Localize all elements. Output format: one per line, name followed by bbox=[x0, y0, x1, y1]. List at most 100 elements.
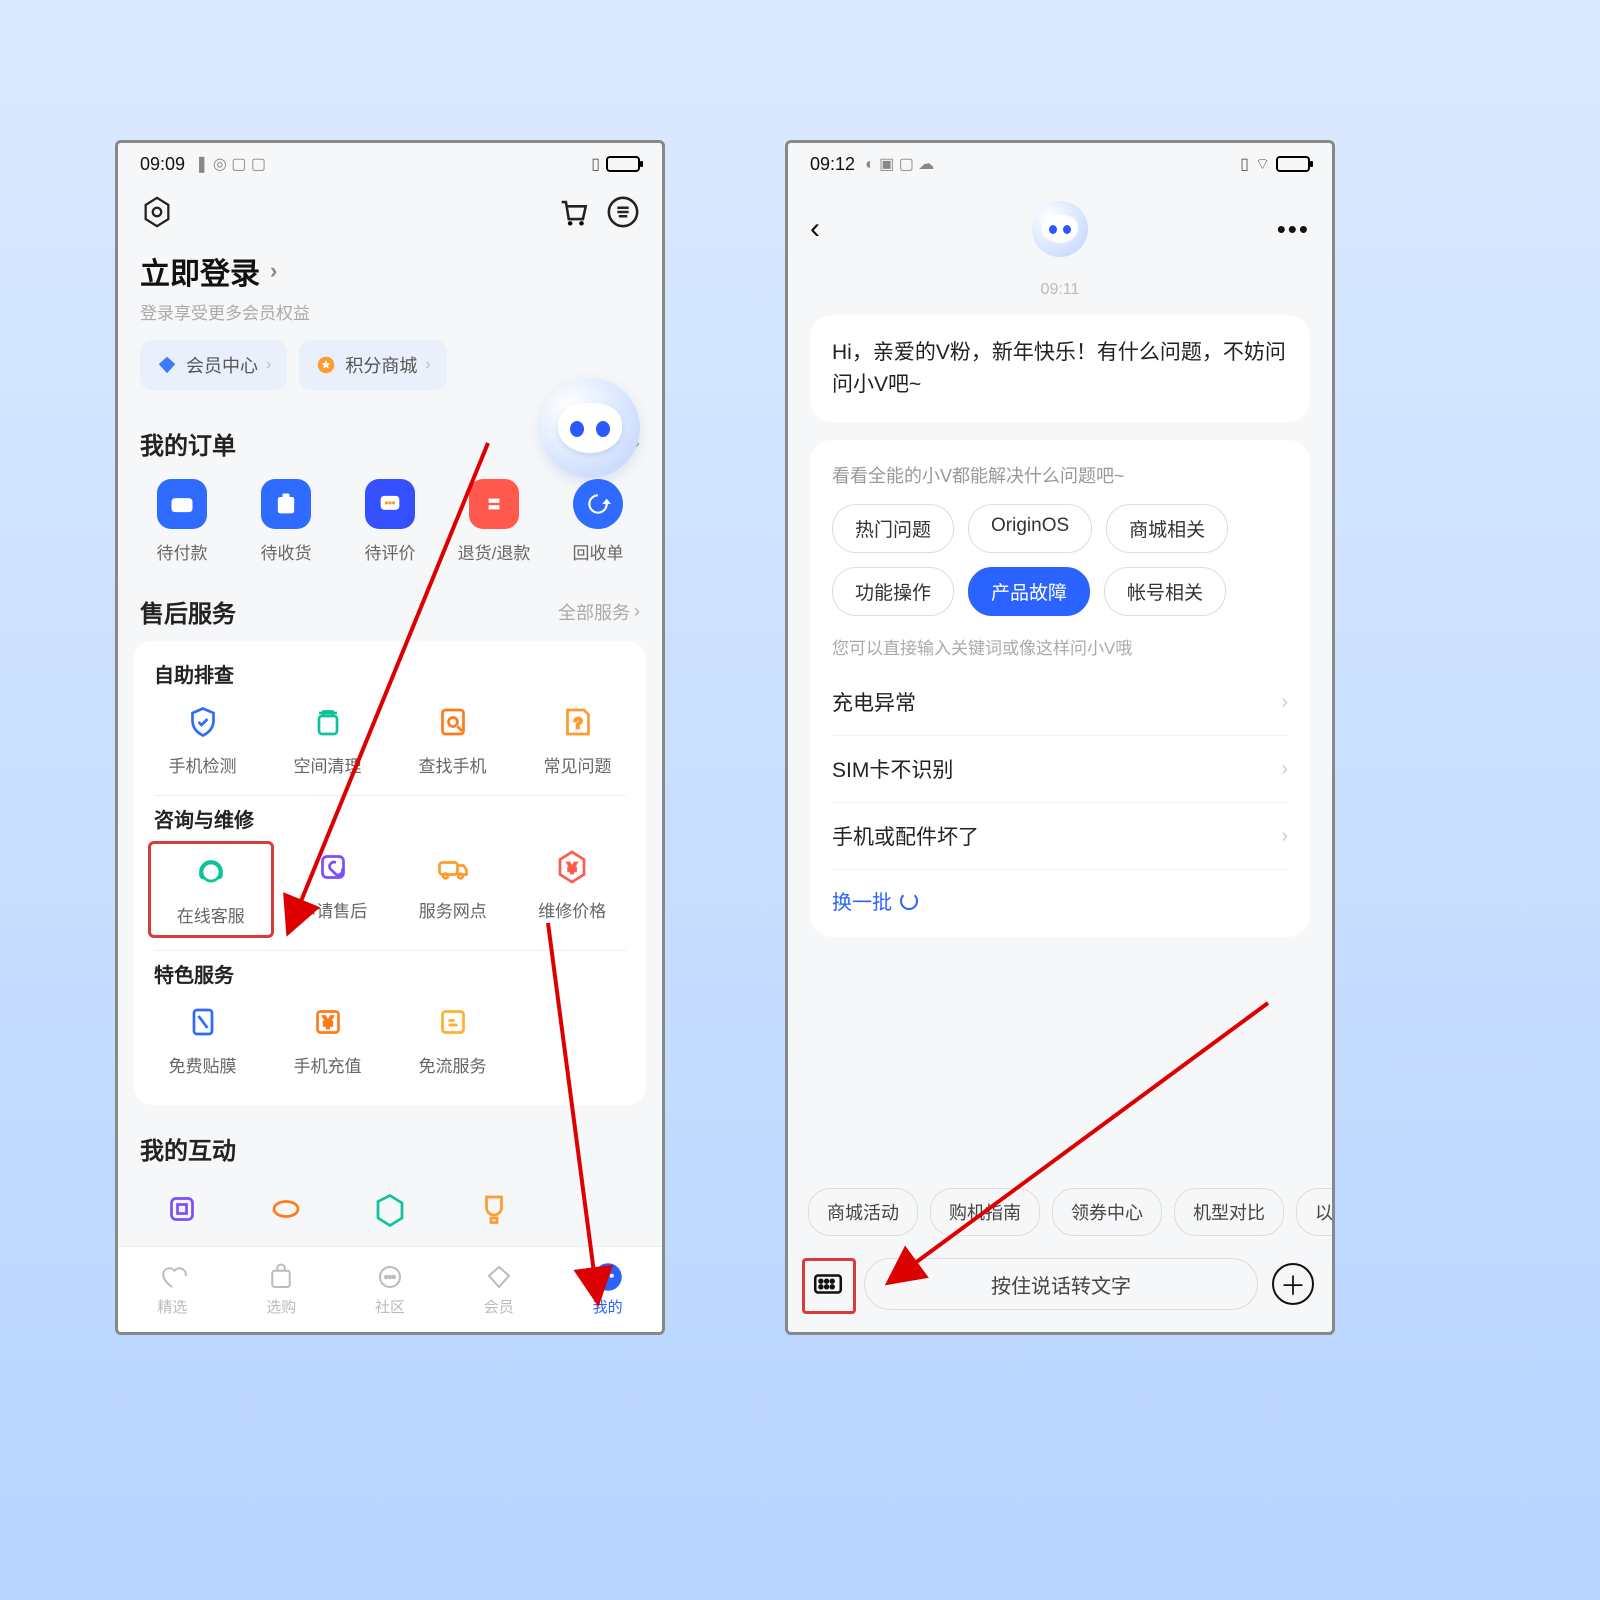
self-storage-clean[interactable]: 空间清理 bbox=[265, 702, 390, 777]
suggestion-row: 商城活动 购机指南 领券中心 机型对比 以 bbox=[788, 1178, 1332, 1246]
app-bar bbox=[118, 185, 662, 249]
message-icon[interactable] bbox=[606, 195, 640, 229]
battery-icon bbox=[606, 156, 640, 172]
chip-points-mall[interactable]: 积分商城› bbox=[299, 340, 446, 390]
avatar-robot[interactable] bbox=[540, 378, 640, 478]
cart-icon[interactable] bbox=[556, 195, 590, 229]
service-card: 自助排查 手机检测 空间清理 查找手机 ?常见问题 咨询与维修 在线客服 申请售… bbox=[134, 641, 646, 1105]
interact-grid bbox=[118, 1178, 662, 1234]
chevron-right-icon: › bbox=[1281, 758, 1288, 781]
section-title: 售后服务 bbox=[140, 594, 236, 629]
order-return[interactable]: 退货/退款 bbox=[442, 479, 546, 564]
more-button[interactable]: ••• bbox=[1277, 214, 1310, 245]
topic-pill[interactable]: 商城相关 bbox=[1106, 504, 1228, 553]
section-title: 我的互动 bbox=[140, 1131, 236, 1166]
sub-section-title: 咨询与维修 bbox=[148, 804, 632, 841]
interact-item[interactable] bbox=[234, 1184, 338, 1234]
interact-item[interactable] bbox=[338, 1184, 442, 1234]
star-icon bbox=[315, 354, 337, 376]
nav-community[interactable]: 社区 bbox=[336, 1247, 445, 1332]
chip-label: 会员中心 bbox=[186, 352, 258, 378]
status-indicators: ❚ ◎ ▢ ▢ bbox=[195, 154, 266, 174]
login-subtitle: 登录享受更多会员权益 bbox=[140, 299, 640, 324]
special-recharge[interactable]: ¥手机充值 bbox=[265, 1002, 390, 1077]
phone-left: 09:09 ❚ ◎ ▢ ▢ ▯ 立即登录 › 登录享受更多会员权益 会员中心› … bbox=[115, 140, 665, 1335]
question-item[interactable]: 手机或配件坏了› bbox=[832, 803, 1288, 870]
suggestion-chip[interactable]: 领券中心 bbox=[1052, 1188, 1162, 1236]
input-row: 按住说话转文字 ＋ bbox=[788, 1246, 1332, 1332]
order-pending-pay[interactable]: 待付款 bbox=[130, 479, 234, 564]
special-free-film[interactable]: 免费贴膜 bbox=[140, 1002, 265, 1077]
bottom-nav: 精选 选购 社区 会员 我的 bbox=[118, 1246, 662, 1332]
section-title: 我的订单 bbox=[140, 426, 236, 461]
sim-icon: ▯ bbox=[591, 154, 600, 174]
suggestion-chip[interactable]: 商城活动 bbox=[808, 1188, 918, 1236]
diamond-icon bbox=[156, 354, 178, 376]
chevron-right-icon: › bbox=[1281, 691, 1288, 714]
add-button[interactable]: ＋ bbox=[1272, 1263, 1314, 1305]
order-pending-receive[interactable]: 待收货 bbox=[234, 479, 338, 564]
chat-timestamp: 09:11 bbox=[788, 273, 1332, 315]
service-all-link[interactable]: 全部服务› bbox=[558, 599, 640, 625]
question-item[interactable]: SIM卡不识别› bbox=[832, 736, 1288, 803]
self-faq[interactable]: ?常见问题 bbox=[515, 702, 640, 777]
topic-pills: 热门问题 OriginOS 商城相关 功能操作 产品故障 帐号相关 bbox=[832, 504, 1288, 616]
nav-shop[interactable]: 选购 bbox=[227, 1247, 336, 1332]
self-phone-check[interactable]: 手机检测 bbox=[140, 702, 265, 777]
refresh-button[interactable]: 换一批 bbox=[832, 870, 1288, 915]
topic-pill[interactable]: 帐号相关 bbox=[1104, 567, 1226, 616]
status-bar: 09:09 ❚ ◎ ▢ ▢ ▯ bbox=[118, 143, 662, 185]
avatar-robot-small bbox=[1032, 201, 1088, 257]
consult-online-service[interactable]: 在线客服 bbox=[148, 841, 274, 938]
settings-hex-icon[interactable] bbox=[140, 195, 174, 229]
status-time: 09:09 bbox=[140, 154, 185, 175]
interact-header: 我的互动 bbox=[118, 1121, 662, 1178]
sub-section-title: 特色服务 bbox=[140, 959, 640, 996]
order-pending-review[interactable]: 待评价 bbox=[338, 479, 442, 564]
suggestion-chip[interactable]: 以 bbox=[1296, 1188, 1332, 1236]
suggestion-chip[interactable]: 机型对比 bbox=[1174, 1188, 1284, 1236]
consult-apply-aftersale[interactable]: 申请售后 bbox=[274, 847, 394, 932]
greeting-bubble: Hi，亲爱的V粉，新年快乐！有什么问题，不妨问问小V吧~ bbox=[810, 315, 1310, 422]
chevron-right-icon: › bbox=[270, 258, 277, 284]
topic-pill[interactable]: OriginOS bbox=[968, 504, 1092, 553]
orders-grid: 待付款 待收货 待评价 退货/退款 回收单 bbox=[118, 473, 662, 574]
status-indicators: ◐ ▣ ▢ ☁ bbox=[865, 154, 934, 174]
panel-hint-secondary: 您可以直接输入关键词或像这样问小V哦 bbox=[832, 634, 1288, 659]
interact-item[interactable] bbox=[130, 1184, 234, 1234]
login-title: 立即登录 bbox=[140, 249, 260, 293]
suggestion-chip[interactable]: 购机指南 bbox=[930, 1188, 1040, 1236]
sim-icon: ▯ bbox=[1240, 154, 1249, 174]
nav-member[interactable]: 会员 bbox=[444, 1247, 553, 1332]
interact-item[interactable] bbox=[442, 1184, 546, 1234]
svg-text:?: ? bbox=[573, 715, 581, 732]
chip-label: 积分商城 bbox=[345, 352, 417, 378]
nav-featured[interactable]: 精选 bbox=[118, 1247, 227, 1332]
chip-member-center[interactable]: 会员中心› bbox=[140, 340, 287, 390]
nav-mine[interactable]: 我的 bbox=[553, 1247, 662, 1332]
svg-text:¥: ¥ bbox=[322, 1014, 333, 1032]
special-free-data[interactable]: 免流服务 bbox=[390, 1002, 515, 1077]
back-button[interactable]: ‹ bbox=[810, 212, 820, 246]
help-panel: 看看全能的小V都能解决什么问题吧~ 热门问题 OriginOS 商城相关 功能操… bbox=[810, 440, 1310, 937]
panel-hint: 看看全能的小V都能解决什么问题吧~ bbox=[832, 462, 1288, 488]
annotation-highlight bbox=[802, 1258, 856, 1314]
phone-right: 09:12 ◐ ▣ ▢ ☁ ▯ ⌔ ‹ ••• 09:11 Hi，亲爱的V粉，新… bbox=[785, 140, 1335, 1335]
wifi-icon: ⌔ bbox=[1255, 154, 1270, 174]
login-block[interactable]: 立即登录 › 登录享受更多会员权益 bbox=[118, 249, 662, 340]
service-header: 售后服务 全部服务› bbox=[118, 574, 662, 641]
topic-pill[interactable]: 功能操作 bbox=[832, 567, 954, 616]
chat-header: ‹ ••• bbox=[788, 185, 1332, 273]
order-recycle[interactable]: 回收单 bbox=[546, 479, 650, 564]
consult-service-points[interactable]: 服务网点 bbox=[393, 847, 513, 932]
question-item[interactable]: 充电异常› bbox=[832, 669, 1288, 736]
consult-repair-price[interactable]: ¥维修价格 bbox=[513, 847, 633, 932]
voice-input[interactable]: 按住说话转文字 bbox=[864, 1258, 1258, 1310]
svg-text:¥: ¥ bbox=[567, 860, 577, 877]
topic-pill-active[interactable]: 产品故障 bbox=[968, 567, 1090, 616]
self-find-phone[interactable]: 查找手机 bbox=[390, 702, 515, 777]
sub-section-title: 自助排查 bbox=[140, 659, 640, 696]
status-time: 09:12 bbox=[810, 154, 855, 175]
chevron-right-icon: › bbox=[1281, 825, 1288, 848]
topic-pill[interactable]: 热门问题 bbox=[832, 504, 954, 553]
